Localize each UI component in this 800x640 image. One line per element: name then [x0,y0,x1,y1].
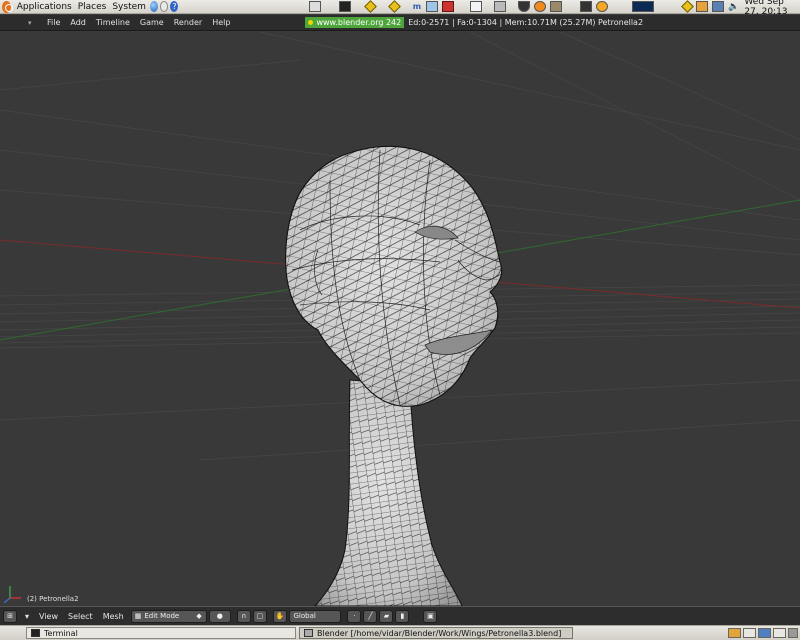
neck-mesh [314,379,463,606]
occlude-icon[interactable]: ▮ [395,609,410,623]
gimp-launcher-icon[interactable] [550,1,563,13]
magnet-icon[interactable]: ∩ [236,609,251,623]
blender-launcher-icon-2[interactable] [596,1,609,13]
3d-view-header: ⊞ ▾ View Select Mesh ▦ Edit Mode ◆ ● ∩ ▢… [0,606,800,625]
settings-launcher-icon[interactable] [494,1,507,13]
places-menu[interactable]: Places [75,2,110,12]
system-monitor-icon[interactable] [632,1,655,13]
add-menu[interactable]: Add [65,18,91,27]
wings-launcher-icon[interactable] [580,1,593,13]
inkscape-launcher-icon[interactable] [518,1,531,13]
warning-applet-icon[interactable] [680,0,694,13]
header-collapse-icon[interactable]: ▾ [17,612,34,621]
chevron-down-icon: ◆ [196,612,202,620]
timeline-menu[interactable]: Timeline [91,18,135,27]
render-view-icon[interactable]: ▣ [423,609,438,623]
lock-icon[interactable] [696,1,709,13]
trash-icon[interactable] [788,628,798,638]
system-menu[interactable]: System [109,2,149,12]
mesh-stats: Ed:0-2571 | Fa:0-1304 | Mem:10.71M (25.2… [408,18,644,27]
3d-viewport[interactable]: (2) Petronella2 [0,32,800,606]
blender-launcher-icon[interactable] [534,1,547,13]
launcher-question-icon[interactable] [309,1,322,13]
web-browser-icon[interactable] [149,1,158,12]
blender-window-icon [304,629,313,637]
orientation-select[interactable]: Global [289,609,342,623]
mode-icon: ▦ [134,612,142,620]
select-menu[interactable]: Select [63,612,98,621]
task-terminal[interactable]: Terminal [26,627,296,639]
workspace-1[interactable] [728,628,741,638]
mesh-menu[interactable]: Mesh [98,612,129,621]
help-icon[interactable]: ? [170,1,179,12]
terminal-launcher-icon[interactable] [339,1,352,13]
manipulator-hand-icon[interactable]: ✋ [272,609,288,623]
axis-widget [3,586,21,604]
mode-value: Edit Mode [144,612,180,620]
orientation-value: Global [293,612,316,620]
editor-launcher-icon[interactable] [470,1,483,13]
task-blender[interactable]: Blender [/home/vidar/Blender/Work/Wings/… [299,627,573,639]
mode-select[interactable]: ▦ Edit Mode ◆ [130,609,207,623]
game-menu[interactable]: Game [135,18,169,27]
ubuntu-logo-icon[interactable] [2,0,13,13]
workspace-2[interactable] [743,628,756,638]
help-menu[interactable]: Help [207,18,235,27]
blender-logo-icon [308,20,314,25]
active-object-label: (2) Petronella2 [27,595,79,603]
blender-info-header: ▾ File Add Timeline Game Render Help www… [0,15,800,31]
bottom-taskbar: Terminal Blender [/home/vidar/Blender/Wo… [0,625,800,640]
file-menu[interactable]: File [42,18,65,27]
pivot-icon[interactable]: ▢ [252,609,267,623]
screenshot-launcher-icon[interactable] [426,1,439,13]
task-blender-label: Blender [/home/vidar/Blender/Work/Wings/… [317,628,562,638]
maxima-launcher-icon[interactable]: m [412,1,422,13]
network-icon[interactable] [712,1,725,13]
workspace-3[interactable] [758,628,771,638]
viewport-scene [0,32,800,606]
vertex-select-icon[interactable]: · [347,609,362,623]
head-mesh [285,145,503,407]
tool-launcher-icon[interactable] [442,1,455,13]
face-select-icon[interactable]: ▰ [379,609,394,623]
warning-launcher-icon-2[interactable] [388,0,402,13]
blender-url-badge: www.blender.org 242 [305,17,405,28]
blender-url: www.blender.org 242 [316,18,402,27]
editor-type-icon[interactable]: ⊞ [3,609,17,623]
terminal-icon [31,629,40,637]
applications-menu[interactable]: Applications [14,2,75,12]
volume-icon[interactable]: 🔈 [728,1,739,13]
screen: Applications Places System ? m 🔈 Wed Sep… [0,0,800,640]
top-panel: Applications Places System ? m 🔈 Wed Sep… [0,0,800,17]
warning-launcher-icon[interactable] [364,0,377,13]
mail-icon[interactable] [159,1,169,12]
view-menu[interactable]: View [34,612,63,621]
task-terminal-label: Terminal [44,628,78,638]
render-menu[interactable]: Render [169,18,207,27]
shading-select[interactable]: ● [208,609,231,623]
workspace-4[interactable] [773,628,786,638]
window-type-icon[interactable]: ▾ [28,19,36,27]
edge-select-icon[interactable]: ╱ [363,609,378,623]
workspace-switcher [728,628,800,638]
